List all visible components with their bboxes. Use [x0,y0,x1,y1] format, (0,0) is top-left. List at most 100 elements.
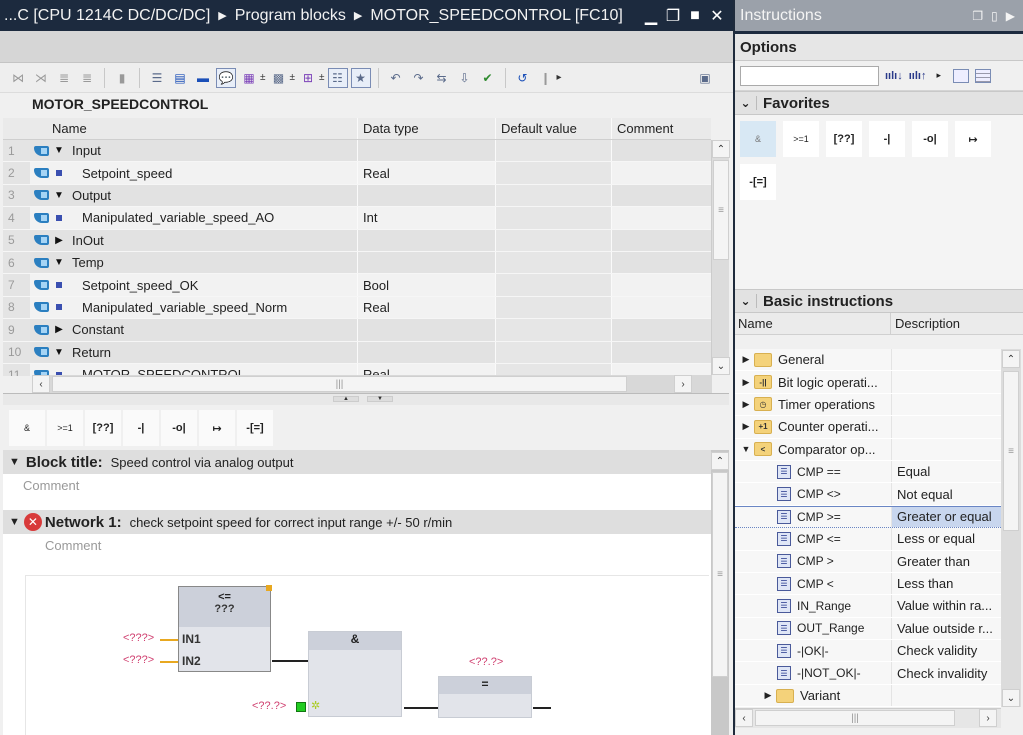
row-data-type[interactable]: Int [358,207,496,229]
expanded-triangle-icon[interactable]: ▼ [738,444,754,454]
search-up-icon[interactable]: ıılı↑ [909,70,927,82]
row-comment[interactable] [612,274,710,295]
interface-vertical-scrollbar[interactable]: ⌃ ≡ ⌄ [711,140,730,375]
network1-comment[interactable]: Comment [3,534,711,570]
scroll-thumb[interactable]: ≡ [1003,371,1019,531]
go-to-error-next-icon[interactable]: ↷ [409,68,429,88]
dock-panel-icon[interactable]: ▯ [991,9,998,23]
instruction-item[interactable]: ☰ -|OK|- Check validity [735,640,1001,663]
minimize-icon[interactable]: ▁ [643,8,659,25]
layout-icon[interactable]: ▣ [695,68,715,88]
row-default-value[interactable] [496,140,612,162]
collapse-triangle-icon[interactable]: ▼ [9,456,20,468]
splitter-down-icon[interactable]: ▼ [367,396,393,402]
scroll-thumb[interactable]: ||| [52,376,627,392]
insert-call-icon[interactable]: ⊞ [298,68,318,88]
scroll-up-icon[interactable]: ⌃ [712,140,730,158]
compare-icon[interactable]: ⇆ [432,68,452,88]
collapse-panel-icon[interactable]: ▶ [1006,9,1015,23]
instruction-search-input[interactable] [740,65,879,86]
scroll-right-icon[interactable]: › [674,375,692,393]
instruction-folder[interactable]: ▶ ◷ Timer operations [735,393,1001,417]
collapsed-triangle-icon[interactable]: ▶ [52,324,66,335]
basic-instructions-header[interactable]: ⌄ Basic instructions [735,289,1023,313]
col-data-type[interactable]: Data type [358,118,496,139]
row-default-value[interactable] [496,162,612,184]
collapsed-triangle-icon[interactable]: ▶ [738,399,754,410]
breadcrumb-block[interactable]: MOTOR_SPEEDCONTROL [FC10] [370,7,623,25]
instructions-horizontal-scrollbar[interactable]: ‹ ||| › [735,708,1001,728]
in1-operand[interactable]: <???> [123,632,154,644]
row-comment[interactable] [612,342,710,363]
compile-icon[interactable]: ✔ [478,68,498,88]
dropdown-arrow-icon[interactable]: ± [319,72,325,83]
row-name[interactable]: Manipulated_variable_speed_Norm [76,300,287,315]
instruction-name[interactable]: OUT_Range [797,621,864,635]
collapsed-triangle-icon[interactable]: ▶ [738,421,754,432]
negated-input-icon[interactable]: -o| [912,121,948,157]
block-title-header[interactable]: ▼ Block title: Speed control via analog … [3,450,711,474]
insert-tag-icon[interactable]: ▦ [239,68,259,88]
instruction-folder[interactable]: ▶ -|| Bit logic operati... [735,371,1001,394]
empty-box-icon[interactable]: [??] [85,410,121,446]
instruction-name[interactable]: CMP == [797,465,841,479]
assign-box[interactable]: = [438,676,532,718]
folder-name[interactable]: Comparator op... [778,442,876,457]
scroll-down-icon[interactable]: ⌄ [1002,689,1020,707]
collapse-triangle-icon[interactable]: ▼ [9,516,20,528]
row-comment[interactable] [612,185,710,206]
instruction-name[interactable]: CMP < [797,577,834,591]
expanded-triangle-icon[interactable]: ▼ [52,257,66,268]
collapsed-triangle-icon[interactable]: ▶ [738,354,754,365]
interface-row[interactable]: 8 Manipulated_variable_speed_Norm Real [3,296,711,320]
instruction-folder[interactable]: ▶ General [735,349,1001,372]
row-comment[interactable] [612,252,710,273]
open-branch-icon[interactable]: ↦ [199,410,235,446]
instruction-folder[interactable]: ▶ Variant [735,684,1001,707]
instruction-name[interactable]: CMP <> [797,487,841,501]
row-comment[interactable] [612,319,710,340]
collapsed-triangle-icon[interactable]: ▶ [52,235,66,246]
assignment-icon[interactable]: -[=] [740,164,776,200]
open-branch-icon[interactable]: ↦ [955,121,991,157]
row-data-type[interactable] [358,140,496,162]
download-icon[interactable]: ⇩ [455,68,475,88]
instruction-item[interactable]: ☰ CMP <= Less or equal [735,528,1001,551]
instruction-name[interactable]: CMP >= [797,510,841,524]
scroll-thumb[interactable]: ≡ [713,160,729,260]
monitoring-icon[interactable]: ❙ [536,68,556,88]
row-default-value[interactable] [496,296,612,319]
input-contact-icon[interactable]: -| [869,121,905,157]
more-arrow-icon[interactable]: ▸ [936,70,941,81]
instruction-folder[interactable]: ▶ +1 Counter operati... [735,416,1001,439]
interface-row[interactable]: 9 ▶ Constant [3,319,711,342]
block-comment[interactable]: Comment [3,474,711,510]
block-title-text[interactable]: Speed control via analog output [111,455,294,470]
close-icon[interactable]: ✕ [709,8,725,25]
scroll-thumb[interactable]: ≡ [712,472,728,677]
row-name[interactable]: Input [72,143,101,158]
instruction-item[interactable]: ☰ CMP <> Not equal [735,483,1001,506]
scroll-left-icon[interactable]: ‹ [735,709,753,727]
row-name[interactable]: Return [72,345,111,360]
instruction-name[interactable]: IN_Range [797,599,851,613]
or-instruction-icon[interactable]: >=1 [47,410,83,446]
maximize-icon[interactable]: ■ [687,7,703,24]
network1-header[interactable]: ▼ ✕ Network 1: check setpoint speed for … [3,510,711,534]
instruction-name[interactable]: -|NOT_OK|- [797,666,861,680]
program-vertical-scrollbar[interactable]: ⌃ ≡ [711,450,729,735]
splitter-up-icon[interactable]: ▲ [333,396,359,402]
and-instruction-icon[interactable]: & [9,410,45,446]
scroll-thumb[interactable]: ||| [755,710,955,726]
scroll-up-icon[interactable]: ⌃ [711,452,729,470]
and-instruction-icon[interactable]: & [740,121,776,157]
search-down-icon[interactable]: ıılı↓ [885,70,903,82]
instruction-item[interactable]: ☰ IN_Range Value within ra... [735,595,1001,618]
compare-box[interactable]: <= ??? IN1 IN2 [178,585,272,672]
collapsed-triangle-icon[interactable]: ▶ [760,690,776,701]
assign-operand[interactable]: <??.?> [469,656,503,668]
scroll-down-icon[interactable]: ⌄ [712,357,730,375]
and-input-operand[interactable]: <??.?> [252,700,286,712]
empty-box-icon[interactable]: [??] [826,121,862,157]
row-comment[interactable] [612,207,710,228]
